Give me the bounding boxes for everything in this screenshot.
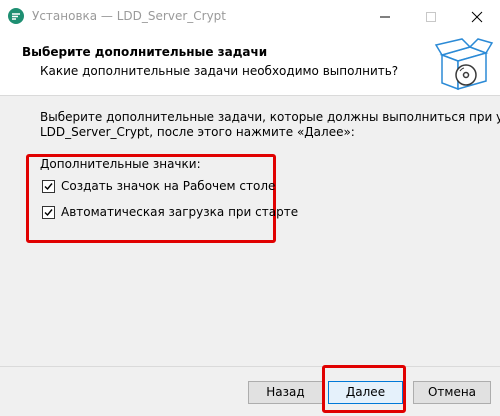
autostart-label: Автоматическая загрузка при старте	[61, 205, 299, 219]
desktop-icon-checkbox[interactable]	[42, 180, 55, 193]
close-button[interactable]	[454, 0, 500, 33]
checkmark-icon	[44, 183, 53, 191]
title-bar[interactable]: Установка — LDD_Server_Crypt	[0, 0, 500, 33]
install-box-icon	[434, 38, 494, 91]
autostart-checkbox[interactable]	[42, 206, 55, 219]
page-title: Выберите дополнительные задачи	[22, 45, 268, 59]
cancel-button[interactable]: Отмена	[413, 381, 491, 404]
maximize-button[interactable]	[408, 0, 454, 33]
back-button[interactable]: Назад	[248, 381, 323, 404]
desktop-icon-label: Создать значок на Рабочем столе	[61, 179, 276, 193]
instructions-line-2: LDD_Server_Crypt, после этого нажмите «Д…	[40, 125, 355, 139]
checkmark-icon	[44, 209, 53, 217]
minimize-icon	[380, 16, 390, 18]
next-highlight-box	[322, 365, 406, 413]
close-icon	[471, 11, 483, 23]
instructions-line-1: Выберите дополнительные задачи, которые …	[40, 110, 500, 124]
maximize-icon	[426, 12, 436, 22]
wizard-header: Выберите дополнительные задачи Какие доп…	[0, 33, 500, 96]
app-logo-icon	[8, 8, 24, 24]
additional-icons-label: Дополнительные значки:	[40, 157, 201, 171]
instructions-text: Выберите дополнительные задачи, которые …	[40, 110, 500, 140]
footer-divider	[0, 366, 500, 367]
page-subtitle: Какие дополнительные задачи необходимо в…	[40, 64, 399, 78]
window-title: Установка — LDD_Server_Crypt	[32, 9, 226, 23]
installer-window: Установка — LDD_Server_Crypt Выберите до…	[0, 0, 500, 416]
minimize-button[interactable]	[362, 0, 408, 33]
